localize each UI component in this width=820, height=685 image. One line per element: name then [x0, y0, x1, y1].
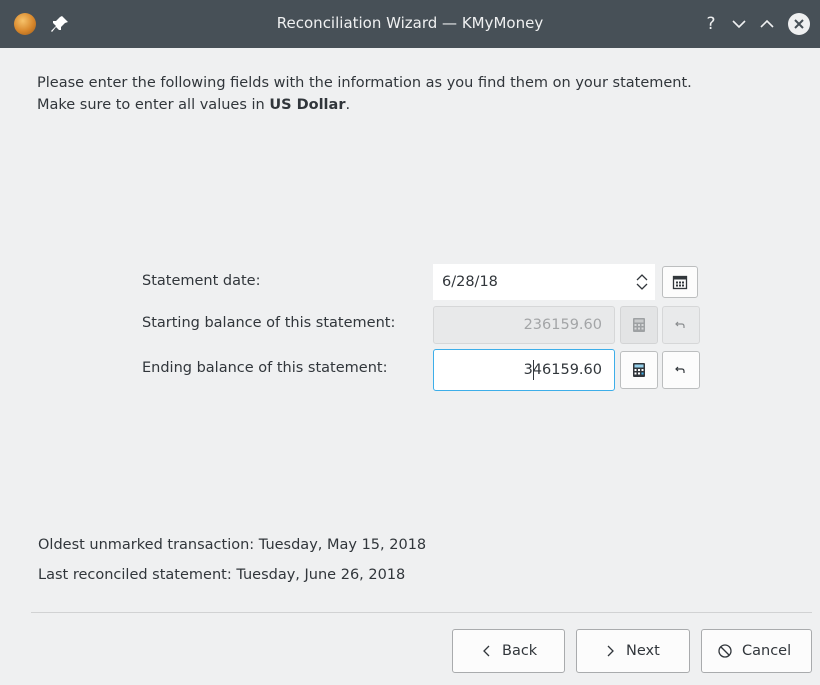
maximize-icon[interactable] — [755, 12, 779, 36]
text-cursor — [533, 360, 534, 380]
statement-date-field[interactable]: 6/28/18 — [433, 264, 655, 300]
cancel-button-label: Cancel — [742, 643, 792, 659]
undo-icon — [675, 366, 685, 373]
undo-icon — [675, 321, 685, 328]
chevron-left-icon — [483, 645, 490, 657]
starting-balance-label: Starting balance of this statement: — [142, 315, 396, 331]
ending-balance-field[interactable]: 346159.60 — [433, 349, 615, 391]
intro-text: Please enter the following fields with t… — [37, 72, 807, 116]
back-button-label: Back — [502, 643, 538, 659]
currency-name: US Dollar — [269, 97, 346, 113]
next-button[interactable]: Next — [576, 629, 690, 673]
starting-calculator-button[interactable] — [620, 306, 658, 344]
intro-line-2-prefix: Make sure to enter all values in — [37, 97, 270, 113]
date-spin-icon[interactable] — [631, 270, 653, 294]
chevron-right-icon — [607, 645, 614, 657]
window-title: Reconciliation Wizard — KMyMoney — [276, 14, 544, 32]
intro-line-2-suffix: . — [345, 97, 351, 113]
divider — [31, 612, 812, 613]
next-button-label: Next — [626, 643, 660, 659]
calendar-icon — [672, 275, 688, 290]
ending-calculator-button[interactable] — [620, 351, 658, 389]
intro-line-2: Make sure to enter all values in US Doll… — [37, 94, 807, 116]
intro-line-1: Please enter the following fields with t… — [37, 75, 692, 91]
last-reconciled-statement: Last reconciled statement: Tuesday, June… — [38, 567, 406, 583]
calculator-icon — [633, 318, 645, 332]
oldest-unmarked-transaction: Oldest unmarked transaction: Tuesday, Ma… — [38, 537, 427, 553]
calculator-icon — [633, 363, 645, 377]
statement-date-label: Statement date: — [142, 273, 261, 289]
help-icon[interactable]: ? — [699, 12, 723, 36]
minimize-icon[interactable] — [727, 12, 751, 36]
ending-balance-value: 346159.60 — [523, 362, 602, 378]
ending-balance-label: Ending balance of this statement: — [142, 360, 388, 376]
starting-balance-field[interactable]: 236159.60 — [433, 306, 615, 344]
calendar-button[interactable] — [662, 266, 698, 298]
ending-reset-button[interactable] — [662, 351, 700, 389]
starting-reset-button[interactable] — [662, 306, 700, 344]
title-bar: Reconciliation Wizard — KMyMoney ? — [0, 0, 820, 48]
cancel-button[interactable]: Cancel — [701, 629, 812, 673]
back-button[interactable]: Back — [452, 629, 565, 673]
cancel-icon — [718, 644, 732, 658]
close-icon[interactable] — [787, 12, 811, 36]
